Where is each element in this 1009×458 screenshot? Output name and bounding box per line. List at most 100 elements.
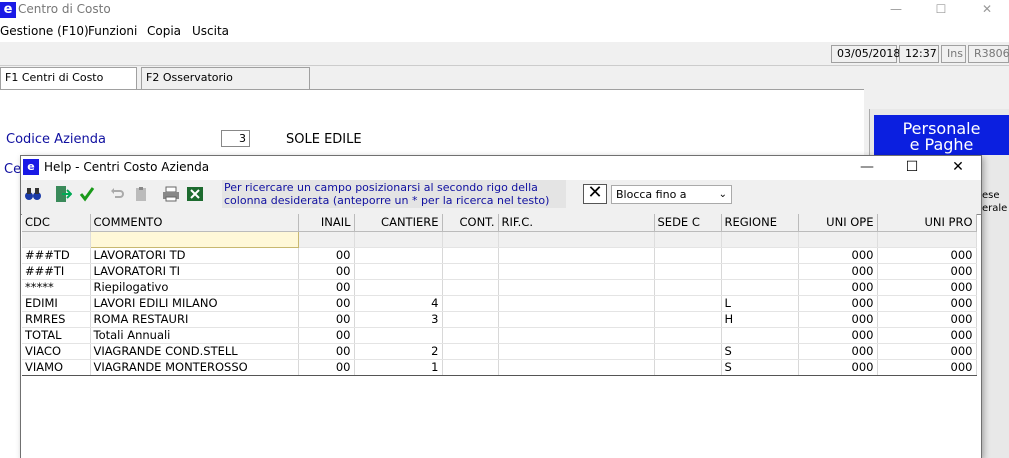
table-row[interactable]: VIACO VIAGRANDE COND.STELL 00 2 S 000 000 <box>22 343 977 360</box>
filter-cell[interactable] <box>442 231 499 248</box>
column-header[interactable]: INAIL <box>298 214 355 232</box>
column-header[interactable]: REGIONE <box>721 214 799 232</box>
table-cell: 000 <box>877 311 977 328</box>
exit-door-icon[interactable] <box>53 184 73 204</box>
azienda-name: SOLE EDILE <box>286 132 362 147</box>
dialog-minimize-icon[interactable]: — <box>845 157 889 179</box>
table-cell: 000 <box>877 247 977 264</box>
table-cell <box>654 247 722 264</box>
table-cell: H <box>721 311 799 328</box>
table-cell: LAVORATORI TD <box>90 247 299 264</box>
table-cell <box>498 327 655 344</box>
table-cell <box>354 279 443 296</box>
table-cell: 000 <box>798 343 878 360</box>
minimize-icon[interactable]: — <box>882 2 910 18</box>
filter-cell[interactable] <box>89 230 299 248</box>
blocca-label: Blocca fino a <box>616 188 687 201</box>
table-cell: 1 <box>354 359 443 376</box>
column-header[interactable]: CONT. <box>442 214 499 232</box>
column-header[interactable]: COMMENTO <box>90 214 299 232</box>
filter-cell[interactable] <box>721 231 799 248</box>
filter-cell[interactable] <box>877 231 977 248</box>
column-header[interactable]: SEDE C <box>654 214 722 232</box>
tab-osservatorio[interactable]: F2 Osservatorio TPL/Trasferte <box>141 67 310 104</box>
table-cell <box>354 263 443 280</box>
table-cell: LAVORATORI TI <box>90 263 299 280</box>
table-row[interactable]: EDIMI LAVORI EDILI MILANO 00 4 L 000 000 <box>22 295 977 312</box>
table-cell <box>354 327 443 344</box>
table-cell <box>442 263 499 280</box>
personale-paghe-button[interactable]: Personale e Paghe <box>874 115 1009 155</box>
centri-costo-table: CDC COMMENTO INAIL CANTIERE CONT. RIF.C. SEDE … <box>22 214 977 376</box>
table-cell <box>498 311 655 328</box>
table-cell <box>498 263 655 280</box>
clear-filter-button[interactable]: ✕ <box>583 184 607 204</box>
table-cell <box>442 295 499 312</box>
paste-icon[interactable] <box>131 184 151 204</box>
table-cell <box>498 343 655 360</box>
table-cell: 3 <box>354 311 443 328</box>
table-cell: 00 <box>298 247 355 264</box>
filter-cell[interactable] <box>354 231 443 248</box>
table-cell: 000 <box>877 359 977 376</box>
blocca-fino-select[interactable]: Blocca fino a ⌄ <box>611 185 732 204</box>
column-header[interactable]: CANTIERE <box>354 214 443 232</box>
table-cell: 000 <box>877 343 977 360</box>
codice-azienda-field[interactable]: 3 <box>221 130 250 147</box>
table-row[interactable]: RMRES ROMA RESTAURI 00 3 H 000 000 <box>22 311 977 328</box>
table-cell: ###TI <box>22 263 91 280</box>
column-header[interactable]: UNI OPE <box>798 214 878 232</box>
table-cell: 000 <box>877 327 977 344</box>
table-cell: RMRES <box>22 311 91 328</box>
menu-gestione[interactable]: Gestione (F10) <box>0 24 89 38</box>
close-icon[interactable]: ✕ <box>973 2 1001 18</box>
table-cell: TOTAL <box>22 327 91 344</box>
menu-uscita[interactable]: Uscita <box>192 24 229 38</box>
table-cell: 000 <box>798 295 878 312</box>
search-hint: Per ricercare un campo posizionarsi al s… <box>222 180 566 208</box>
table-cell: S <box>721 359 799 376</box>
status-time: 12:37 <box>899 45 939 63</box>
table-row[interactable]: TOTAL Totali Annuali 00 000 000 <box>22 327 977 344</box>
title-bar <box>0 0 1009 20</box>
filter-cell[interactable] <box>654 231 722 248</box>
table-row[interactable]: ***** Riepilogativo 00 000 000 <box>22 279 977 296</box>
column-header[interactable]: CDC <box>22 214 91 232</box>
table-cell: VIAGRANDE MONTEROSSO <box>90 359 299 376</box>
table-cell: LAVORI EDILI MILANO <box>90 295 299 312</box>
table-cell: 000 <box>798 359 878 376</box>
menu-copia[interactable]: Copia <box>147 24 181 38</box>
maximize-icon[interactable]: ☐ <box>927 2 955 18</box>
table-cell: 000 <box>877 295 977 312</box>
confirm-check-icon[interactable] <box>77 184 97 204</box>
table-row[interactable]: ###TD LAVORATORI TD 00 000 000 <box>22 247 977 264</box>
dialog-maximize-icon[interactable]: ☐ <box>890 157 934 179</box>
table-row[interactable]: VIAMO VIAGRANDE MONTEROSSO 00 1 S 000 000 <box>22 359 977 376</box>
table-cell: 00 <box>298 311 355 328</box>
table-cell: 000 <box>877 263 977 280</box>
table-cell <box>654 359 722 376</box>
side-text-2: erale <box>982 203 1008 214</box>
table-cell: VIAGRANDE COND.STELL <box>90 343 299 360</box>
filter-cell[interactable] <box>298 231 355 248</box>
column-header[interactable]: UNI PRO <box>877 214 977 232</box>
table-cell: EDIMI <box>22 295 91 312</box>
table-cell <box>654 327 722 344</box>
filter-cell[interactable] <box>22 231 91 248</box>
excel-export-icon[interactable] <box>185 184 205 204</box>
table-cell: 000 <box>798 279 878 296</box>
filter-cell[interactable] <box>798 231 878 248</box>
undo-icon[interactable] <box>107 184 127 204</box>
filter-cell[interactable] <box>498 231 655 248</box>
table-cell: 00 <box>298 279 355 296</box>
dialog-close-icon[interactable]: ✕ <box>936 157 980 179</box>
print-icon[interactable] <box>161 184 181 204</box>
centro-label: Ce <box>4 162 22 177</box>
menu-funzioni[interactable]: Funzioni <box>88 24 137 38</box>
binoculars-icon[interactable] <box>23 184 43 204</box>
table-row[interactable]: ###TI LAVORATORI TI 00 000 000 <box>22 263 977 280</box>
table-cell <box>721 327 799 344</box>
table-cell <box>442 359 499 376</box>
tab-centri-costo[interactable]: F1 Centri di Costo Azienda <box>0 67 137 104</box>
column-header[interactable]: RIF.C. <box>498 214 655 232</box>
